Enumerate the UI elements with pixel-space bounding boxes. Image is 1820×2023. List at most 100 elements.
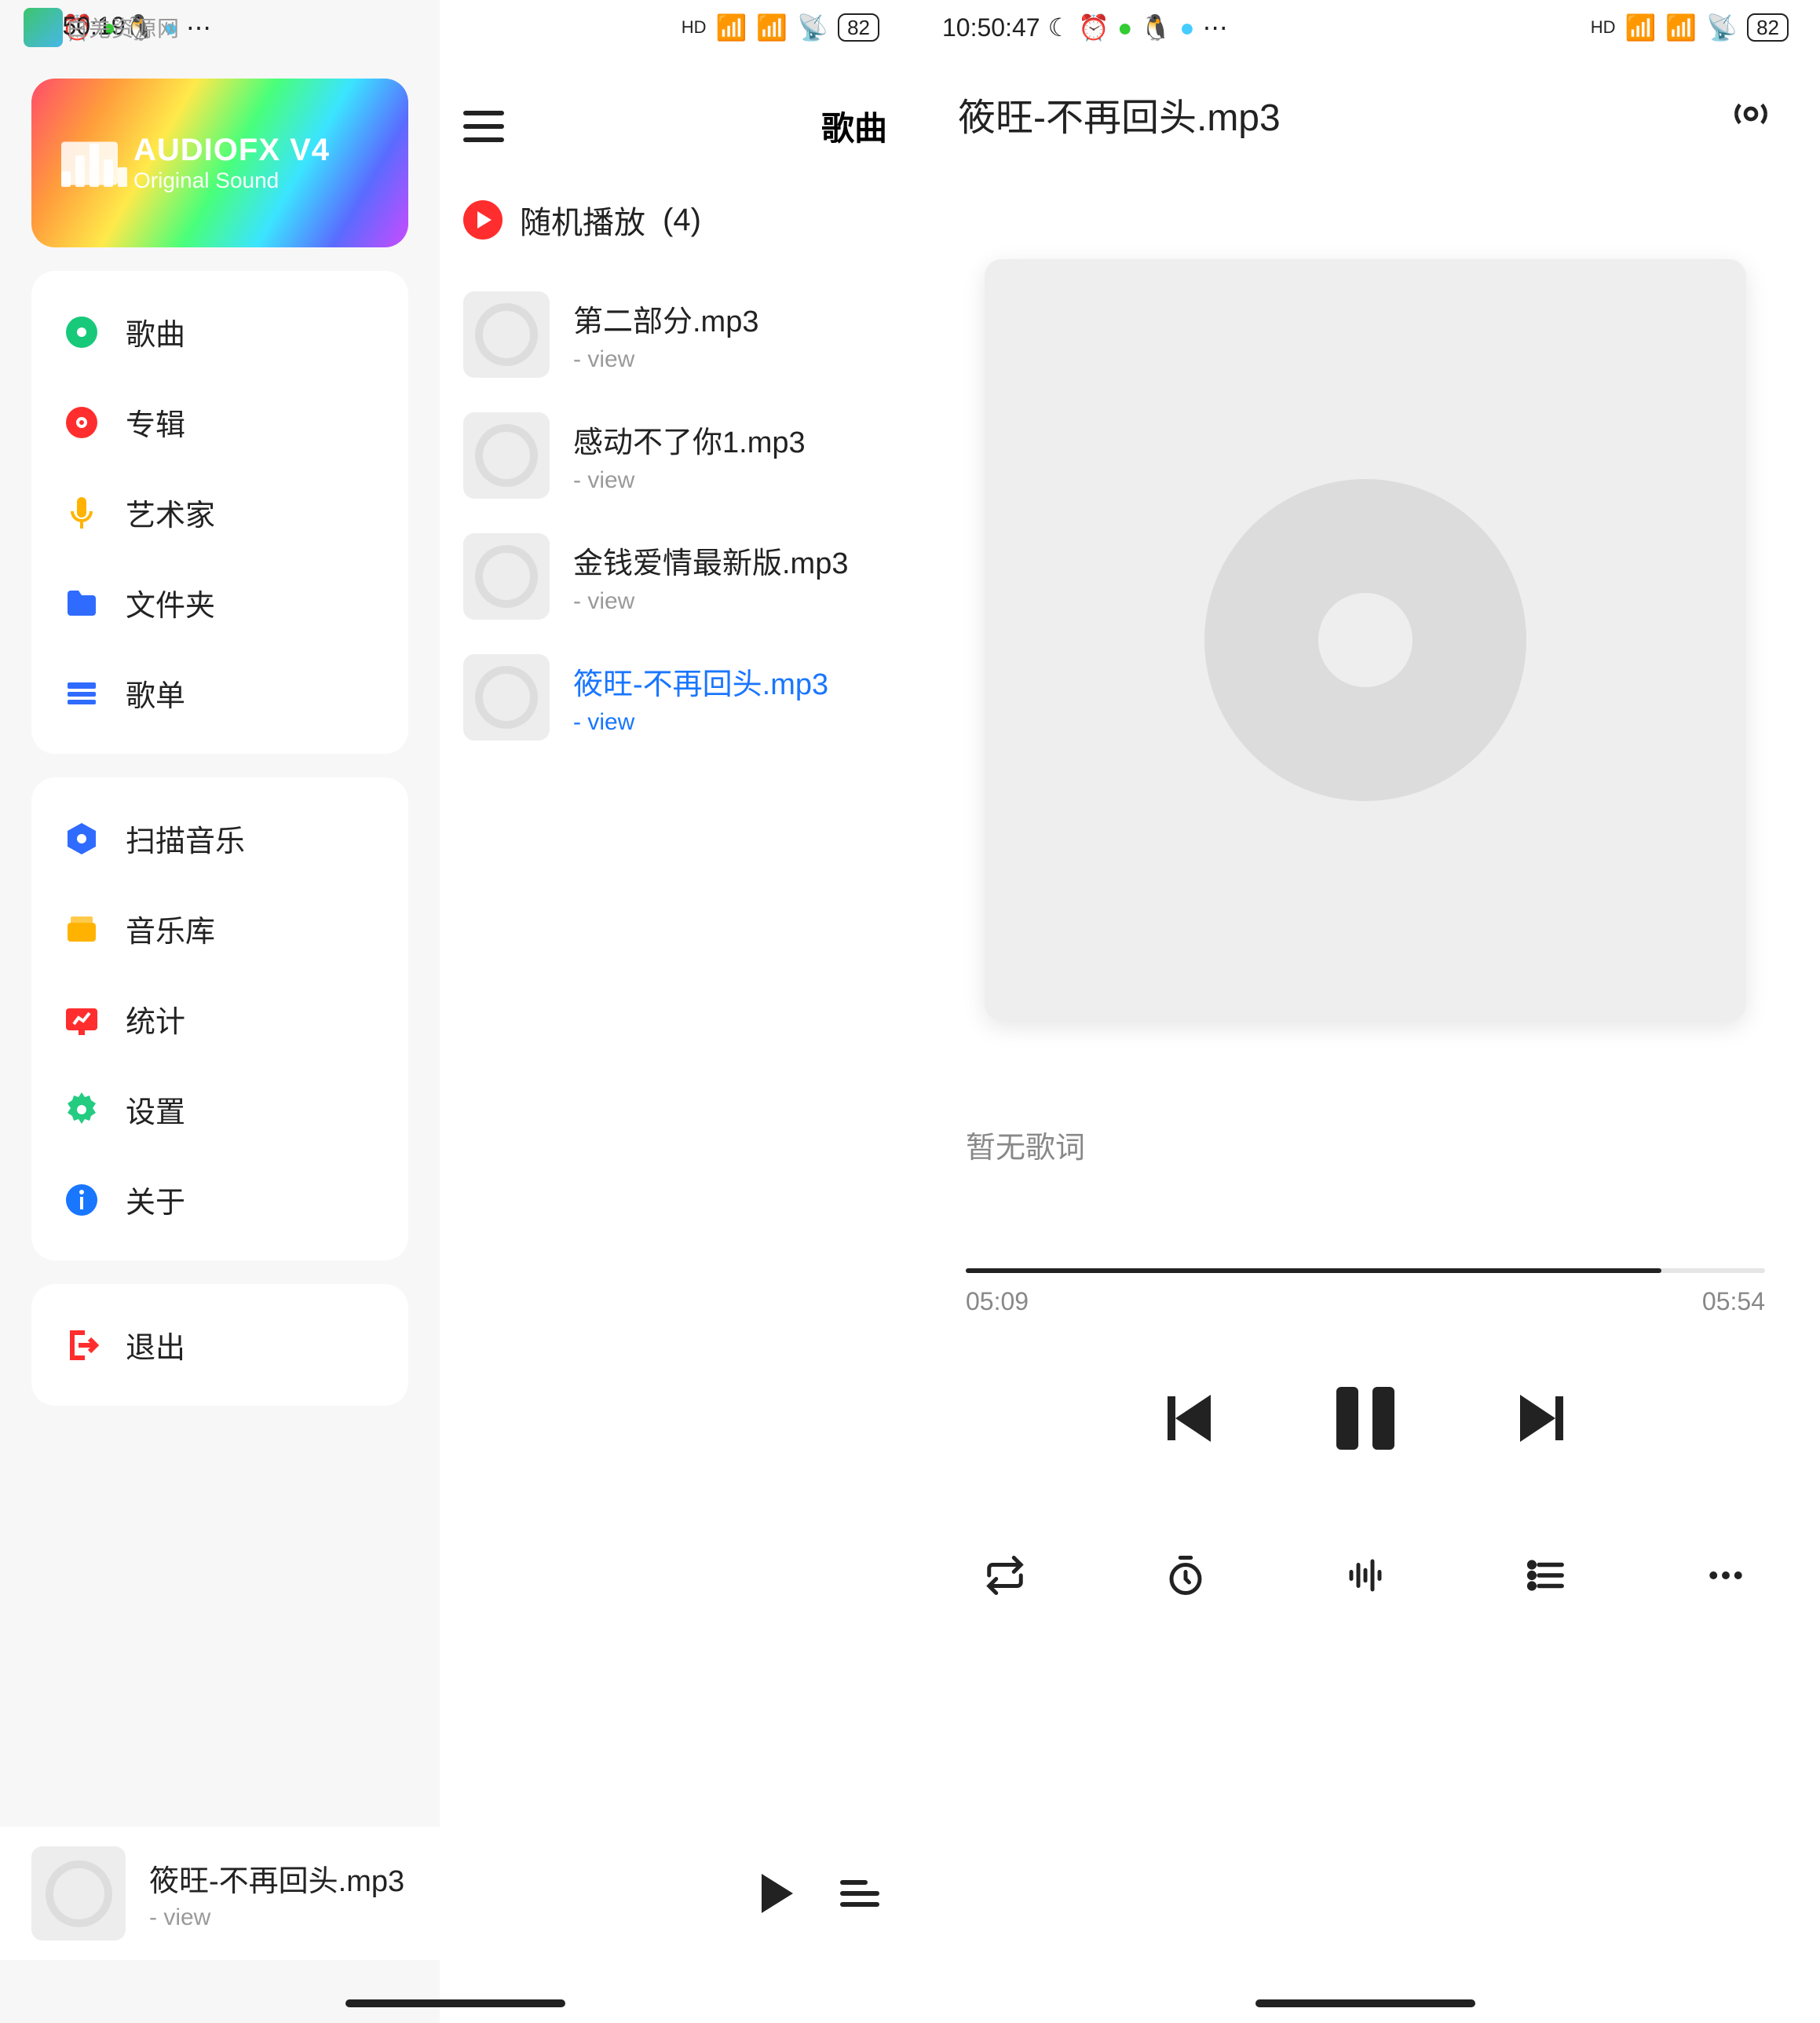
sidebar-item-info[interactable]: 关于 (31, 1154, 408, 1245)
sidebar-drawer: AUDIOFX V4 Original Sound 歌曲专辑艺术家文件夹歌单 扫… (0, 0, 440, 2023)
disc-icon (63, 313, 101, 351)
playlist-icon (63, 675, 101, 712)
status-bar-right: 10:50:47 ☾ ⏰ ● 🐧 ● ⋯ HD 📶 📶 📡 82 (911, 0, 1820, 55)
playback-controls (911, 1387, 1820, 1450)
more-icon: ⋯ (186, 13, 211, 42)
cast-button[interactable] (1729, 92, 1773, 136)
sidebar-item-label: 歌曲 (126, 310, 185, 353)
watermark-text: 白羌资源网 (66, 12, 180, 43)
song-info: 感动不了你1.mp3 - view (573, 418, 887, 494)
wifi-icon: 📡 (1706, 13, 1738, 42)
song-info: 第二部分.mp3 - view (573, 297, 887, 373)
sidebar-group-exit: 退出 (31, 1284, 408, 1406)
mini-track-title: 筱旺-不再回头.mp3 (149, 1857, 738, 1900)
sidebar-item-label: 关于 (126, 1178, 185, 1221)
repeat-button[interactable] (981, 1552, 1029, 1599)
sidebar-item-label: 艺术家 (126, 491, 215, 534)
folder-icon (63, 584, 101, 622)
sidebar-item-settings[interactable]: 设置 (31, 1064, 408, 1154)
gesture-bar (345, 1999, 565, 2007)
song-title: 感动不了你1.mp3 (573, 418, 887, 461)
song-artist: - view (573, 467, 887, 494)
mini-queue-button[interactable] (840, 1880, 879, 1907)
status-icons-right: HD 📶 📶 📡 82 (682, 13, 879, 42)
mini-play-button[interactable] (762, 1874, 793, 1913)
sidebar-item-disc[interactable]: 歌曲 (31, 287, 408, 377)
equalizer-icon (61, 140, 127, 187)
audiofx-card[interactable]: AUDIOFX V4 Original Sound (31, 79, 408, 247)
sidebar-item-record[interactable]: 专辑 (31, 377, 408, 467)
sidebar-item-stats[interactable]: 统计 (31, 974, 408, 1064)
more-icon: ⋯ (1203, 13, 1228, 42)
sidebar-group-tools: 扫描音乐音乐库统计设置关于 (31, 777, 408, 1260)
sidebar-group-library: 歌曲专辑艺术家文件夹歌单 (31, 271, 408, 754)
sidebar-item-playlist[interactable]: 歌单 (31, 648, 408, 738)
mini-track-artist: - view (149, 1904, 738, 1931)
previous-button[interactable] (1168, 1395, 1211, 1442)
battery-level: 82 (838, 13, 879, 42)
watermark-logo (24, 8, 63, 47)
time-labels: 05:09 05:54 (966, 1287, 1765, 1316)
song-row[interactable]: 金钱爱情最新版.mp3- view (440, 516, 911, 637)
sidebar-item-library[interactable]: 音乐库 (31, 883, 408, 974)
song-thumb (463, 654, 550, 741)
song-thumb (463, 412, 550, 499)
song-row[interactable]: 筱旺-不再回头.mp3 - view (440, 637, 911, 758)
sidebar-item-label: 音乐库 (126, 907, 215, 950)
mini-player[interactable]: 筱旺-不再回头.mp3 - view (0, 1827, 911, 1960)
song-row[interactable]: 第二部分.mp3 - view (440, 274, 911, 395)
sidebar-item-label: 扫描音乐 (126, 817, 245, 860)
signal-icon: 📶 (716, 13, 747, 42)
mic-icon (63, 494, 101, 532)
equalizer-button[interactable] (1342, 1552, 1389, 1599)
sidebar-item-label: 歌单 (126, 671, 185, 715)
shuffle-play-button[interactable]: 随机播放 (4) (440, 150, 911, 274)
song-artist: - view (573, 346, 887, 373)
song-title: 筱旺-不再回头.mp3 (573, 660, 887, 703)
mini-track-info: 筱旺-不再回头.mp3 - view (149, 1857, 738, 1931)
menu-button[interactable] (463, 111, 504, 142)
sidebar-item-label: 文件夹 (126, 581, 215, 624)
time-elapsed: 05:09 (966, 1287, 1029, 1316)
library-icon (63, 910, 101, 948)
sidebar-item-scan[interactable]: 扫描音乐 (31, 793, 408, 883)
song-thumb (463, 291, 550, 378)
song-artist: - view (573, 709, 887, 736)
song-row[interactable]: 感动不了你1.mp3 - view (440, 395, 911, 516)
app-dot-icon: ● (1117, 13, 1132, 42)
bottom-toolbar (911, 1552, 1820, 1599)
right-screenshot: 10:50:47 ☾ ⏰ ● 🐧 ● ⋯ HD 📶 📶 📡 82 筱旺-不再回头… (911, 0, 1820, 2023)
seek-bar[interactable] (966, 1268, 1765, 1273)
play-circle-icon (463, 200, 503, 240)
stats-icon (63, 1001, 101, 1038)
sidebar-item-mic[interactable]: 艺术家 (31, 467, 408, 558)
now-playing-title: 筱旺-不再回头.mp3 (958, 86, 1281, 141)
disc-icon (1204, 479, 1526, 801)
alarm-icon: ⏰ (1078, 13, 1109, 42)
signal-icon: 📶 (1625, 13, 1657, 42)
left-screenshot: 白羌资源网 10:50:19 ☾ ⏰ ● 🐧 ● ⋯ HD 📶 📶 📡 82 A… (0, 0, 911, 2023)
list-header: 歌曲 (440, 102, 911, 150)
watermark: 白羌资源网 (24, 8, 180, 47)
song-title: 第二部分.mp3 (573, 297, 887, 340)
info-icon (63, 1181, 101, 1219)
signal-icon-2: 📶 (756, 13, 788, 42)
shuffle-label: 随机播放 (520, 197, 645, 243)
settings-icon (63, 1091, 101, 1129)
next-button[interactable] (1520, 1395, 1563, 1442)
sidebar-item-exit[interactable]: 退出 (31, 1300, 408, 1390)
status-time: 10:50:47 (942, 13, 1040, 42)
audiofx-title: AUDIOFX V4 (133, 133, 408, 168)
more-button[interactable] (1702, 1552, 1749, 1599)
sidebar-item-label: 统计 (126, 997, 185, 1041)
queue-button[interactable] (1522, 1552, 1570, 1599)
shuffle-count: (4) (663, 203, 701, 238)
sidebar-item-folder[interactable]: 文件夹 (31, 558, 408, 648)
pause-button[interactable] (1336, 1387, 1394, 1450)
sleep-timer-button[interactable] (1162, 1552, 1209, 1599)
scan-icon (63, 820, 101, 858)
signal-hd-icon: HD (1591, 17, 1616, 38)
signal-hd-icon: HD (682, 17, 707, 38)
song-title: 金钱爱情最新版.mp3 (573, 539, 887, 582)
song-info: 金钱爱情最新版.mp3- view (573, 539, 887, 615)
